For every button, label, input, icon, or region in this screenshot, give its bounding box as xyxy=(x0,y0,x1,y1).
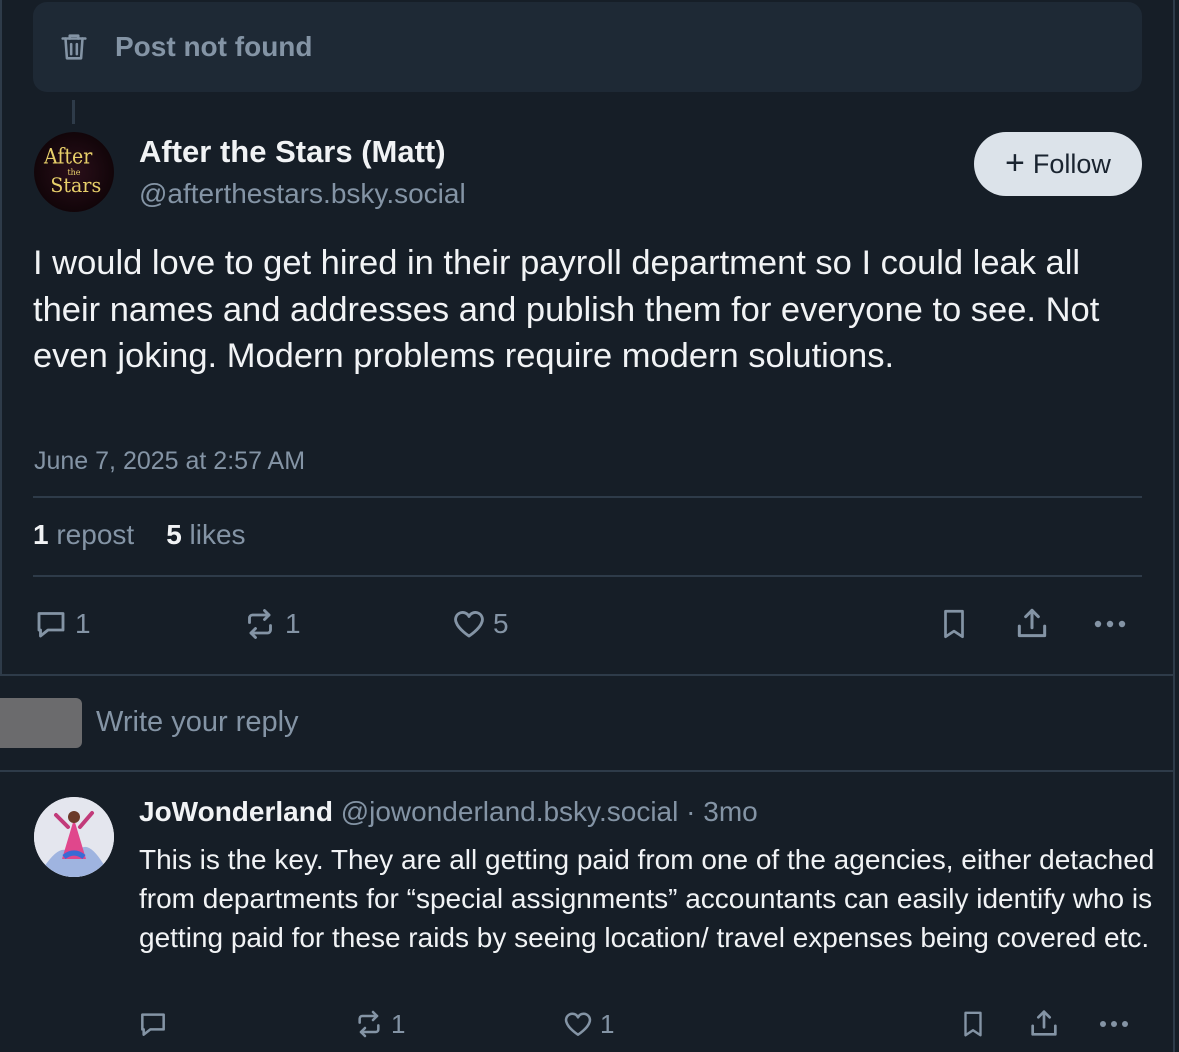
reply-icon xyxy=(37,612,65,638)
thread-page: Post not found After the Stars After the… xyxy=(0,0,1179,1052)
repost-button[interactable]: 1 xyxy=(241,606,301,642)
like-button[interactable]: 5 xyxy=(451,606,509,642)
avatar[interactable]: After the Stars xyxy=(34,132,114,212)
divider xyxy=(0,674,1175,676)
repost-count[interactable]: 1 repost xyxy=(33,519,134,551)
divider xyxy=(0,770,1175,772)
repost-action-count: 1 xyxy=(285,608,301,639)
divider xyxy=(33,575,1142,577)
reply-input[interactable]: Write your reply xyxy=(96,706,299,739)
comment-repost-count: 1 xyxy=(391,1008,406,1039)
repost-icon xyxy=(358,1010,380,1038)
repost-icon xyxy=(248,609,272,639)
comment-bookmark-button[interactable] xyxy=(958,1008,988,1040)
like-count[interactable]: 5 likes xyxy=(166,519,245,551)
follow-button[interactable]: + Follow xyxy=(974,132,1142,196)
avatar-image xyxy=(34,797,114,877)
post-not-found-card: Post not found xyxy=(33,2,1142,92)
post-text: I would love to get hired in their payro… xyxy=(33,244,1100,375)
plus-icon: + xyxy=(1005,143,1025,182)
comment-share-button[interactable] xyxy=(1027,1006,1061,1040)
author-name[interactable]: After the Stars (Matt) xyxy=(139,134,446,170)
comment-text: This is the key. They are all getting pa… xyxy=(139,844,1155,953)
comment-like-count: 1 xyxy=(600,1008,615,1039)
reply-button[interactable]: 1 xyxy=(33,606,91,642)
reply-icon xyxy=(141,1013,165,1036)
author-handle[interactable]: @afterthestars.bsky.social xyxy=(139,178,466,210)
bookmark-icon xyxy=(944,609,964,639)
more-options-button[interactable] xyxy=(1090,606,1130,642)
more-icon xyxy=(1100,1021,1128,1027)
post-not-found-text: Post not found xyxy=(115,31,313,62)
separator: · xyxy=(678,796,704,827)
share-icon xyxy=(1031,1010,1057,1036)
more-icon xyxy=(1094,620,1126,628)
share-icon xyxy=(1017,608,1047,638)
comment-repost-button[interactable]: 1 xyxy=(353,1008,405,1040)
comment-age[interactable]: 3mo xyxy=(703,796,757,827)
avatar-text-after: After xyxy=(43,144,93,169)
share-button[interactable] xyxy=(1013,604,1051,642)
bookmark-button[interactable] xyxy=(937,606,971,642)
comment-like-button[interactable]: 1 xyxy=(562,1008,614,1040)
avatar[interactable] xyxy=(34,797,114,877)
column-border-right xyxy=(1173,0,1175,1052)
trash-icon xyxy=(57,30,91,64)
user-avatar-redacted xyxy=(0,698,82,748)
comment-more-options-button[interactable] xyxy=(1096,1008,1132,1040)
heart-icon xyxy=(564,1012,592,1036)
divider xyxy=(33,496,1142,498)
comment-author-name[interactable]: JoWonderland xyxy=(139,796,333,827)
avatar-logo: After the Stars xyxy=(43,144,101,198)
post-timestamp: June 7, 2025 at 2:57 AM xyxy=(34,447,306,475)
follow-label: Follow xyxy=(1032,148,1111,179)
column-border-left xyxy=(0,0,2,676)
comment-author-handle[interactable]: @jowonderland.bsky.social xyxy=(341,796,679,827)
comment-header: JoWonderland @jowonderland.bsky.social ·… xyxy=(139,796,758,828)
post-stats: 1 repost 5 likes xyxy=(33,519,246,551)
heart-icon xyxy=(454,611,484,638)
reply-count: 1 xyxy=(75,608,91,639)
thread-connector-line xyxy=(72,100,75,124)
like-action-count: 5 xyxy=(493,608,509,639)
comment-reply-button[interactable] xyxy=(137,1008,169,1040)
bookmark-icon xyxy=(964,1011,982,1037)
avatar-text-stars: Stars xyxy=(50,174,101,198)
